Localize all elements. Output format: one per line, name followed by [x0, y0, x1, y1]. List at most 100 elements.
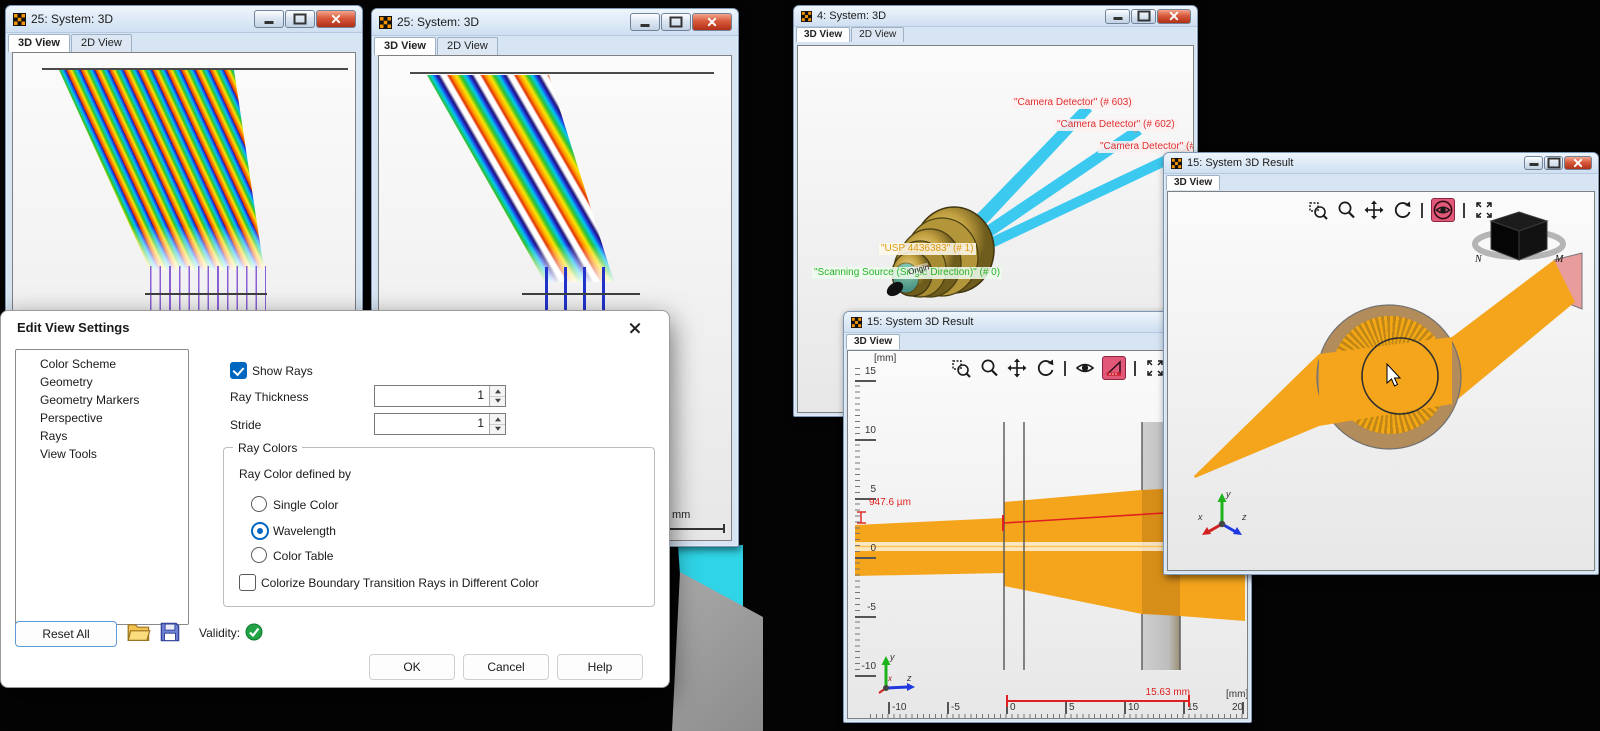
list-item-geometry[interactable]: Geometry [16, 373, 188, 391]
list-item-geometry-markers[interactable]: Geometry Markers [16, 391, 188, 409]
app-icon [801, 10, 812, 22]
tab-2d-view[interactable]: 2D View [437, 37, 498, 55]
titlebar[interactable]: 25: System: 3D [6, 6, 362, 33]
svg-text:x: x [887, 674, 893, 683]
scale-bar-unit: mm [672, 509, 691, 521]
svg-text:z: z [1241, 512, 1247, 522]
close-button[interactable] [692, 13, 732, 31]
load-settings-button[interactable] [127, 621, 153, 645]
reset-all-button[interactable]: Reset All [15, 621, 117, 647]
pan-icon[interactable] [1006, 357, 1028, 379]
stride-input[interactable]: 1 [374, 413, 506, 435]
maximize-button[interactable] [661, 13, 691, 31]
grating-surface-line [145, 293, 267, 295]
stride-stepper[interactable] [489, 414, 505, 434]
label-usp-lens[interactable]: "USP 4436383" (# 1) [879, 243, 976, 255]
ray-thickness-label: Ray Thickness [230, 390, 309, 404]
list-item-rays[interactable]: Rays [16, 427, 188, 445]
minimize-button[interactable] [630, 13, 660, 31]
pan-icon[interactable] [1363, 199, 1385, 221]
window-title: 4: System: 3D [817, 10, 887, 22]
titlebar[interactable]: 25: System: 3D [372, 9, 738, 36]
minimize-button[interactable] [254, 10, 284, 28]
fit-view-icon[interactable] [1473, 199, 1495, 221]
ray-thickness-input[interactable]: 1 [374, 385, 506, 407]
maximize-button[interactable] [1131, 8, 1156, 24]
zoom-window-icon[interactable] [1307, 199, 1329, 221]
ray-thickness-stepper[interactable] [489, 386, 505, 406]
radio-color-table-label: Color Table [273, 549, 334, 563]
list-item-color-scheme[interactable]: Color Scheme [16, 355, 188, 373]
maximize-button[interactable] [285, 10, 315, 28]
folder-open-icon [127, 624, 151, 641]
svg-text:x: x [1197, 512, 1203, 522]
visibility-icon[interactable] [1074, 357, 1096, 379]
show-rays-checkbox[interactable] [230, 362, 247, 379]
tab-3d-view[interactable]: 3D View [1166, 175, 1221, 190]
close-button[interactable] [1157, 8, 1191, 24]
close-button[interactable] [316, 10, 356, 28]
zoom-icon[interactable] [978, 357, 1000, 379]
cancel-button[interactable]: Cancel [463, 654, 549, 680]
tab-2d-view[interactable]: 2D View [851, 27, 905, 42]
list-item-view-tools[interactable]: View Tools [16, 445, 188, 463]
desktop: 25: System: 3D 3D View 2D View 25: Syste… [0, 0, 1600, 731]
visibility-icon[interactable] [1431, 198, 1455, 222]
window-system-3d-result-3d: 15: System 3D Result 3D View N M y x z [1163, 152, 1599, 575]
colorize-boundary-checkbox[interactable] [239, 574, 256, 591]
radio-wavelength[interactable] [251, 522, 269, 540]
minimize-button[interactable] [1105, 8, 1130, 24]
label-camera-detector-602[interactable]: "Camera Detector" (# 602) [1055, 119, 1177, 131]
tab-3d-view[interactable]: 3D View [8, 34, 70, 52]
y-tick-label: 15 [864, 366, 876, 377]
app-icon [13, 12, 26, 26]
axes-glyph: y x z [1197, 489, 1247, 535]
save-icon [160, 622, 180, 642]
measure-icon[interactable] [1102, 356, 1126, 380]
edit-view-settings-dialog: Edit View Settings Color Scheme Geometry… [0, 310, 670, 688]
x-axis-minor-ticks [870, 714, 1247, 718]
tab-2d-view[interactable]: 2D View [71, 34, 132, 52]
y-axis-minor-ticks [855, 368, 860, 680]
titlebar[interactable]: 4: System: 3D [794, 6, 1197, 27]
tab-3d-view[interactable]: 3D View [796, 27, 851, 42]
scale-bar-end-tick [723, 524, 725, 533]
close-button[interactable] [1564, 156, 1592, 170]
titlebar[interactable]: 15: System 3D Result [1164, 153, 1598, 174]
settings-category-list: Color Scheme Geometry Geometry Markers P… [15, 349, 189, 625]
label-camera-detector-603[interactable]: "Camera Detector" (# 603) [1012, 97, 1134, 109]
radio-single-color[interactable] [251, 496, 267, 512]
minimize-button[interactable] [1524, 156, 1543, 170]
axes-glyph: y z x [878, 652, 915, 694]
help-button[interactable]: Help [557, 654, 643, 680]
rotate-icon[interactable] [1034, 357, 1056, 379]
colorize-boundary-label: Colorize Boundary Transition Rays in Dif… [261, 576, 539, 590]
zoom-icon[interactable] [1335, 199, 1357, 221]
x-tick-label: 10 [1128, 702, 1140, 713]
source-plane-line [410, 72, 714, 74]
save-settings-button[interactable] [159, 621, 185, 645]
x-tick-label: 5 [1069, 702, 1075, 713]
x-tick-label: 20 [1232, 702, 1244, 713]
app-icon [851, 316, 862, 328]
list-item-perspective[interactable]: Perspective [16, 409, 188, 427]
maximize-button[interactable] [1544, 156, 1563, 170]
tab-3d-view[interactable]: 3D View [846, 334, 901, 349]
zoom-window-icon[interactable] [950, 357, 972, 379]
x-tick-label: -5 [951, 702, 960, 713]
svg-text:y: y [1225, 489, 1231, 499]
close-icon[interactable] [625, 318, 645, 338]
toolbar-separator [1134, 360, 1136, 376]
radio-color-table[interactable] [251, 547, 267, 563]
result-3d-canvas[interactable]: N M y x z [1167, 191, 1595, 571]
svg-text:z: z [906, 673, 912, 683]
rotate-icon[interactable] [1391, 199, 1413, 221]
ray-colors-group-title: Ray Colors [233, 441, 303, 455]
view-toolbar [950, 356, 1166, 380]
y-tick-label: 10 [864, 425, 876, 436]
x-tick-label: -10 [892, 702, 907, 713]
y-tick-label: -5 [867, 602, 876, 613]
tab-3d-view[interactable]: 3D View [374, 37, 436, 55]
app-icon [379, 15, 392, 29]
ok-button[interactable]: OK [369, 654, 455, 680]
